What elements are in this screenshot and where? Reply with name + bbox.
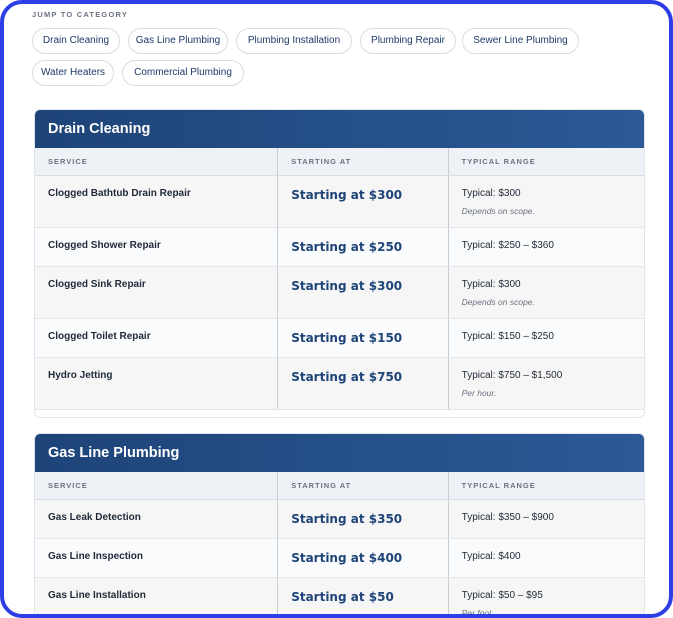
category-title: Drain Cleaning [35, 110, 644, 148]
typical-range: Typical: $150 – $250 [449, 319, 644, 357]
service-name: Clogged Sink Repair [35, 267, 279, 318]
range-text: Typical: $400 [461, 551, 521, 562]
range-text: Typical: $350 – $900 [461, 512, 554, 523]
range-note: Per hour. [461, 388, 497, 398]
chip-gas-line-plumbing[interactable]: Gas Line Plumbing [128, 28, 228, 54]
typical-range: Typical: $300 Depends on scope. [449, 267, 644, 318]
category-card-drain-cleaning: Drain Cleaning SERVICE STARTING AT TYPIC… [34, 109, 645, 418]
service-name: Clogged Shower Repair [35, 228, 279, 266]
chip-sewer-line-plumbing[interactable]: Sewer Line Plumbing [462, 28, 579, 54]
starting-price: Starting at $750 [278, 358, 449, 409]
chip-drain-cleaning[interactable]: Drain Cleaning [32, 28, 120, 54]
table-row: Clogged Bathtub Drain Repair Starting at… [35, 176, 644, 228]
category-title: Gas Line Plumbing [35, 434, 644, 472]
starting-price: Starting at $300 [278, 176, 449, 227]
column-header-typical-range: TYPICAL RANGE [461, 157, 536, 166]
service-name: Clogged Bathtub Drain Repair [35, 176, 279, 227]
column-header-starting-at: STARTING AT [278, 148, 449, 175]
service-name: Gas Line Installation [35, 578, 279, 614]
table-header: SERVICE STARTING AT TYPICAL RANGE [35, 472, 644, 500]
typical-range: Typical: $50 – $95 Per foot. [449, 578, 644, 618]
range-text: Typical: $300 [461, 188, 521, 199]
column-header-service: SERVICE [35, 148, 279, 175]
table-body: Clogged Bathtub Drain Repair Starting at… [35, 176, 644, 410]
chip-commercial-plumbing[interactable]: Commercial Plumbing [122, 60, 244, 86]
column-header-starting-at: STARTING AT [278, 472, 449, 499]
service-name: Gas Leak Detection [35, 500, 279, 538]
chip-plumbing-repair[interactable]: Plumbing Repair [360, 28, 456, 54]
table-body: Gas Leak Detection Starting at $350 Typi… [35, 500, 644, 618]
jump-to-category-label: JUMP TO CATEGORY [32, 10, 129, 19]
starting-price: Starting at $250 [278, 228, 449, 266]
table-header: SERVICE STARTING AT TYPICAL RANGE [35, 148, 644, 176]
starting-price: Starting at $150 [278, 319, 449, 357]
chip-water-heaters[interactable]: Water Heaters [32, 60, 114, 86]
range-note: Depends on scope. [461, 206, 535, 216]
table-row: Hydro Jetting Starting at $750 Typical: … [35, 358, 644, 410]
starting-price: Starting at $400 [278, 539, 449, 577]
starting-price: Starting at $50 [278, 578, 449, 614]
range-text: Typical: $250 – $360 [461, 240, 554, 251]
starting-price: Starting at $300 [278, 267, 449, 318]
table-row: Gas Line Installation Starting at $50 Ty… [35, 578, 644, 618]
range-note: Per foot. [461, 608, 494, 618]
table-row: Clogged Shower Repair Starting at $250 T… [35, 228, 644, 267]
typical-range: Typical: $250 – $360 [449, 228, 644, 266]
column-header-service: SERVICE [35, 472, 279, 499]
service-name: Hydro Jetting [35, 358, 279, 409]
typical-range: Typical: $300 Depends on scope. [449, 176, 644, 227]
table-row: Gas Leak Detection Starting at $350 Typi… [35, 500, 644, 539]
chip-plumbing-installation[interactable]: Plumbing Installation [236, 28, 352, 54]
range-text: Typical: $300 [461, 279, 521, 290]
service-name: Clogged Toilet Repair [35, 319, 279, 357]
table-row: Clogged Sink Repair Starting at $300 Typ… [35, 267, 644, 319]
page-frame: JUMP TO CATEGORY Drain Cleaning Gas Line… [0, 0, 673, 618]
starting-price: Starting at $350 [278, 500, 449, 538]
range-text: Typical: $750 – $1,500 [461, 370, 563, 381]
range-text: Typical: $150 – $250 [461, 331, 554, 342]
typical-range: Typical: $400 [449, 539, 644, 577]
range-text: Typical: $50 – $95 [461, 590, 543, 601]
table-row: Gas Line Inspection Starting at $400 Typ… [35, 539, 644, 578]
range-note: Depends on scope. [461, 297, 535, 307]
typical-range: Typical: $350 – $900 [449, 500, 644, 538]
column-header-typical-range: TYPICAL RANGE [461, 481, 536, 490]
typical-range: Typical: $750 – $1,500 Per hour. [449, 358, 644, 409]
table-row: Clogged Toilet Repair Starting at $150 T… [35, 319, 644, 358]
category-card-gas-line-plumbing: Gas Line Plumbing SERVICE STARTING AT TY… [34, 433, 645, 618]
service-name: Gas Line Inspection [35, 539, 279, 577]
